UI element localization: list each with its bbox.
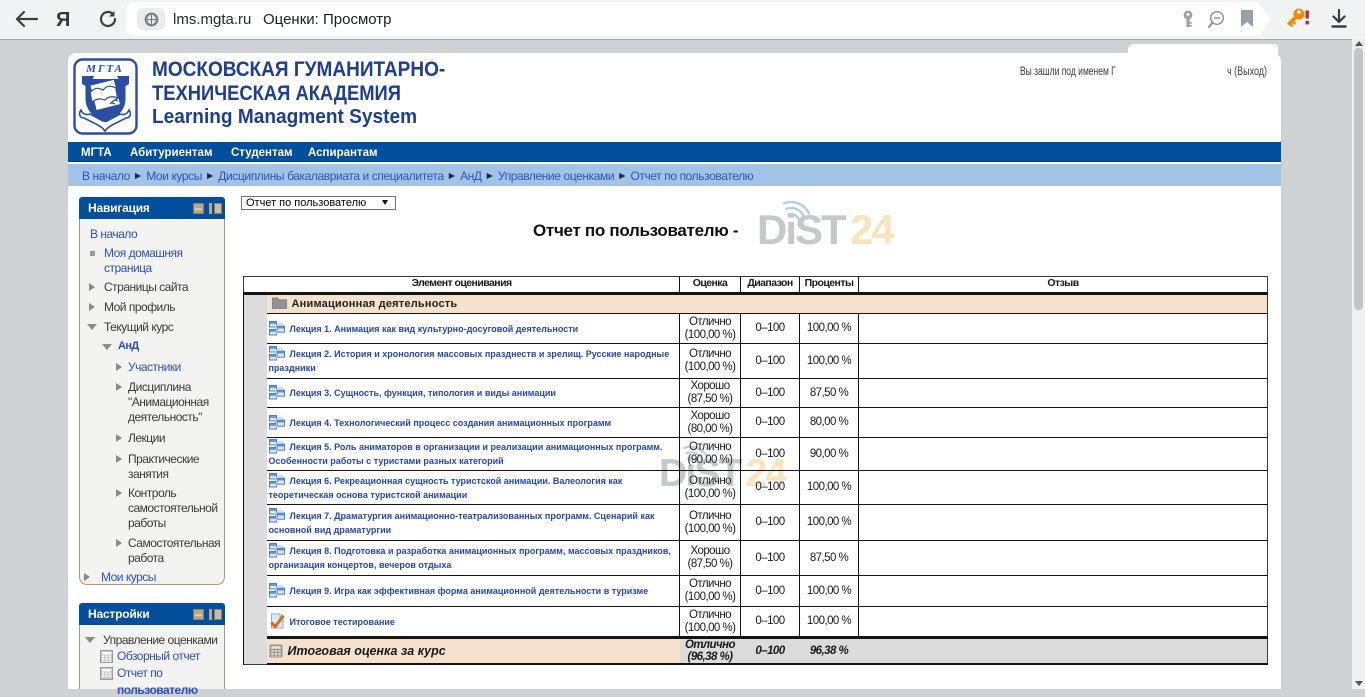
svg-text:МГТА: МГТА [85, 63, 124, 75]
svg-text:DiST: DiST [659, 452, 743, 492]
svg-text:24: 24 [745, 452, 787, 492]
svg-text:24: 24 [850, 206, 895, 250]
svg-text:DiST: DiST [757, 206, 847, 250]
